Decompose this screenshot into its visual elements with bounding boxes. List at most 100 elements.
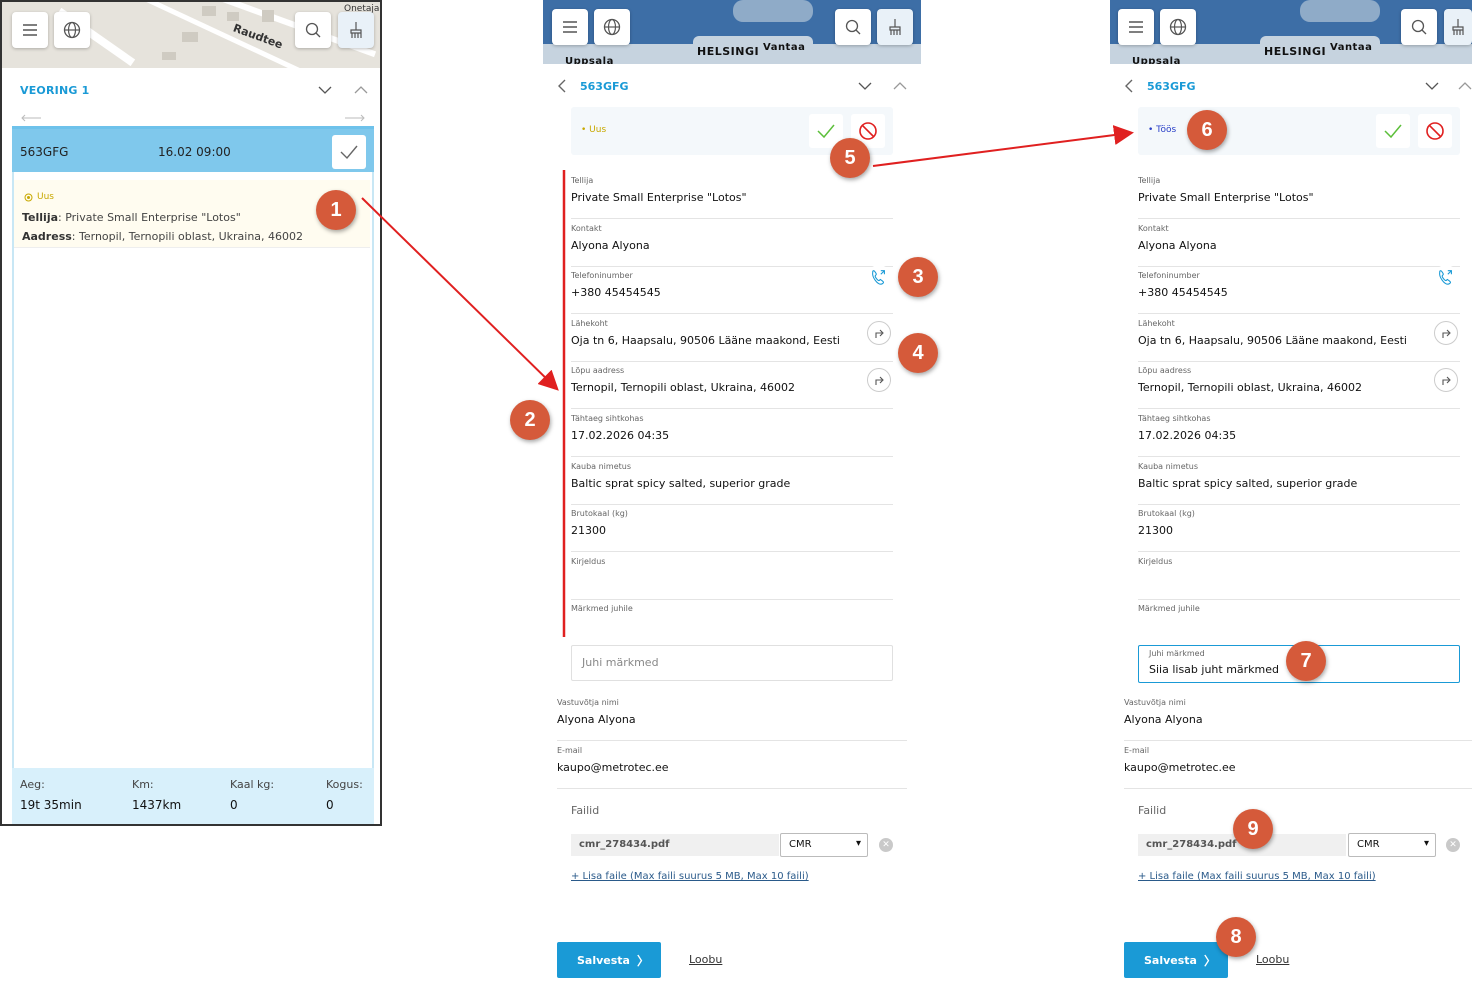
broom-icon bbox=[889, 19, 901, 35]
back-icon[interactable] bbox=[1124, 79, 1134, 93]
search-icon bbox=[845, 19, 861, 35]
hamburger-icon bbox=[1129, 21, 1143, 33]
arrow-right-icon bbox=[345, 114, 365, 122]
file-type-select[interactable]: CMR ▾ bbox=[1348, 833, 1436, 857]
chevron-up-icon[interactable] bbox=[1458, 81, 1472, 91]
callout-badge: 4 bbox=[898, 333, 938, 373]
route-arrow-icon bbox=[875, 329, 884, 338]
language-button[interactable] bbox=[1160, 9, 1196, 45]
field-value: 21300 bbox=[1138, 524, 1173, 538]
clear-button[interactable] bbox=[1444, 9, 1472, 45]
chevron-up-icon[interactable] bbox=[893, 81, 907, 91]
clear-button[interactable] bbox=[338, 12, 374, 48]
menu-button[interactable] bbox=[1118, 9, 1154, 45]
map-city-label: Vantaa bbox=[1330, 42, 1373, 53]
trip-stats: Aeg: 19t 35min Km: 1437km Kaal kg: 0 Kog… bbox=[12, 768, 374, 824]
field-value: 17.02.2026 04:35 bbox=[571, 429, 670, 442]
search-icon bbox=[305, 22, 321, 38]
globe-icon bbox=[1169, 18, 1187, 36]
search-button[interactable] bbox=[835, 9, 871, 45]
vehicle-plate: 563GFG bbox=[20, 145, 69, 159]
map-city-label: Uppsala bbox=[1132, 56, 1181, 64]
clear-button[interactable] bbox=[877, 9, 913, 45]
route-arrow-icon bbox=[1442, 376, 1451, 385]
language-button[interactable] bbox=[594, 9, 630, 45]
stat-label: Aeg: bbox=[20, 778, 45, 791]
confirm-button[interactable] bbox=[332, 135, 366, 169]
form-field: Kontakt Alyona Alyona bbox=[1138, 220, 1460, 267]
save-button[interactable]: Salvesta 〉 bbox=[1124, 942, 1228, 978]
route-arrow-icon bbox=[1442, 329, 1451, 338]
menu-button[interactable] bbox=[552, 9, 588, 45]
check-icon bbox=[340, 145, 358, 160]
chevron-down-icon[interactable] bbox=[1425, 81, 1439, 91]
chevron-down-icon[interactable] bbox=[318, 85, 332, 95]
field-label: Märkmed juhile bbox=[571, 604, 633, 614]
order-list-panel: Raudtee Onetaja VEORING 1 563GFG 16.02 0… bbox=[0, 0, 382, 826]
cancel-button[interactable]: Loobu bbox=[1256, 953, 1289, 966]
broom-icon bbox=[1452, 19, 1464, 35]
file-type-select[interactable]: CMR ▾ bbox=[780, 833, 868, 857]
field-label: Telefoninumber bbox=[1138, 271, 1200, 281]
callout-badge: 1 bbox=[316, 190, 356, 230]
chevron-down-icon: ▾ bbox=[1423, 838, 1429, 849]
navigate-button[interactable] bbox=[867, 368, 891, 392]
receiver-field: Vastuvõtja nimi Alyona Alyona bbox=[557, 694, 907, 741]
chevron-down-icon[interactable] bbox=[858, 81, 872, 91]
form-field: Tähtaeg sihtkohas 17.02.2026 04:35 bbox=[1138, 410, 1460, 457]
field-value: Baltic sprat spicy salted, superior grad… bbox=[571, 476, 791, 490]
file-name[interactable]: cmr_278434.pdf bbox=[571, 834, 779, 856]
field-label: Kontakt bbox=[571, 223, 602, 233]
callout-badge: 7 bbox=[1286, 641, 1326, 681]
form-field: Lähekoht Oja tn 6, Haapsalu, 90506 Lääne … bbox=[571, 315, 893, 362]
remove-file-icon[interactable]: ✕ bbox=[1446, 838, 1460, 852]
field-value: Private Small Enterprise "Lotos" bbox=[1138, 191, 1314, 204]
search-button[interactable] bbox=[1401, 9, 1437, 45]
remove-file-icon[interactable]: ✕ bbox=[879, 838, 893, 852]
form-field: Kirjeldus bbox=[1138, 553, 1460, 600]
vehicle-row[interactable]: 563GFG 16.02 09:00 bbox=[12, 126, 374, 172]
field-value: 17.02.2026 04:35 bbox=[1138, 429, 1237, 442]
callout-badge: 6 bbox=[1187, 110, 1227, 150]
check-icon bbox=[817, 124, 835, 139]
reject-button[interactable] bbox=[1418, 114, 1452, 148]
field-label: Kauba nimetus bbox=[571, 461, 631, 471]
field-value: Oja tn 6, Haapsalu, 90506 Lääne maakond,… bbox=[571, 333, 840, 347]
driver-notes-input[interactable]: Juhi märkmed bbox=[571, 645, 893, 681]
call-button[interactable] bbox=[867, 265, 891, 289]
chevron-up-icon[interactable] bbox=[354, 85, 368, 95]
detail-plate: 563GFG bbox=[1147, 80, 1196, 93]
stat-value: 1437km bbox=[132, 798, 182, 812]
call-button[interactable] bbox=[1434, 265, 1458, 289]
callout-badge: 5 bbox=[830, 138, 870, 178]
status-dot-icon bbox=[24, 193, 33, 202]
email-field: E-mail kaupo@metrotec.ee bbox=[1124, 742, 1472, 789]
cancel-button[interactable]: Loobu bbox=[689, 953, 722, 966]
order-customer: Tellija: Private Small Enterprise "Lotos… bbox=[22, 211, 241, 224]
language-button[interactable] bbox=[54, 12, 90, 48]
trip-title: VEORING 1 bbox=[20, 84, 90, 97]
stat-label: Kaal kg: bbox=[230, 778, 275, 791]
back-icon[interactable] bbox=[557, 79, 567, 93]
search-button[interactable] bbox=[295, 12, 331, 48]
accept-button[interactable] bbox=[1376, 114, 1410, 148]
field-label: Lõpu aadress bbox=[571, 366, 625, 376]
navigate-button[interactable] bbox=[1434, 368, 1458, 392]
vehicle-datetime: 16.02 09:00 bbox=[158, 145, 231, 159]
save-button[interactable]: Salvesta 〉 bbox=[557, 942, 661, 978]
navigate-button[interactable] bbox=[1434, 321, 1458, 345]
add-files-link[interactable]: + Lisa faile (Max faili suurus 5 MB, Max… bbox=[1138, 871, 1376, 882]
menu-button[interactable] bbox=[12, 12, 48, 48]
field-label: Telefoninumber bbox=[571, 271, 633, 281]
add-files-link[interactable]: + Lisa faile (Max faili suurus 5 MB, Max… bbox=[571, 871, 809, 882]
form-field: Kauba nimetus Baltic sprat spicy salted, … bbox=[571, 458, 893, 505]
email-field: E-mail kaupo@metrotec.ee bbox=[557, 742, 907, 789]
form-field: Tellija Private Small Enterprise "Lotos" bbox=[571, 172, 893, 219]
search-icon bbox=[1411, 19, 1427, 35]
receiver-field: Vastuvõtja nimi Alyona Alyona bbox=[1124, 694, 1472, 741]
field-label: Märkmed juhile bbox=[1138, 604, 1200, 614]
field-label: Lähekoht bbox=[1138, 318, 1175, 328]
navigate-button[interactable] bbox=[867, 321, 891, 345]
form-field: Lõpu aadress Ternopil, Ternopili oblast, … bbox=[571, 362, 893, 410]
map-city-label: Uppsala bbox=[565, 56, 614, 64]
